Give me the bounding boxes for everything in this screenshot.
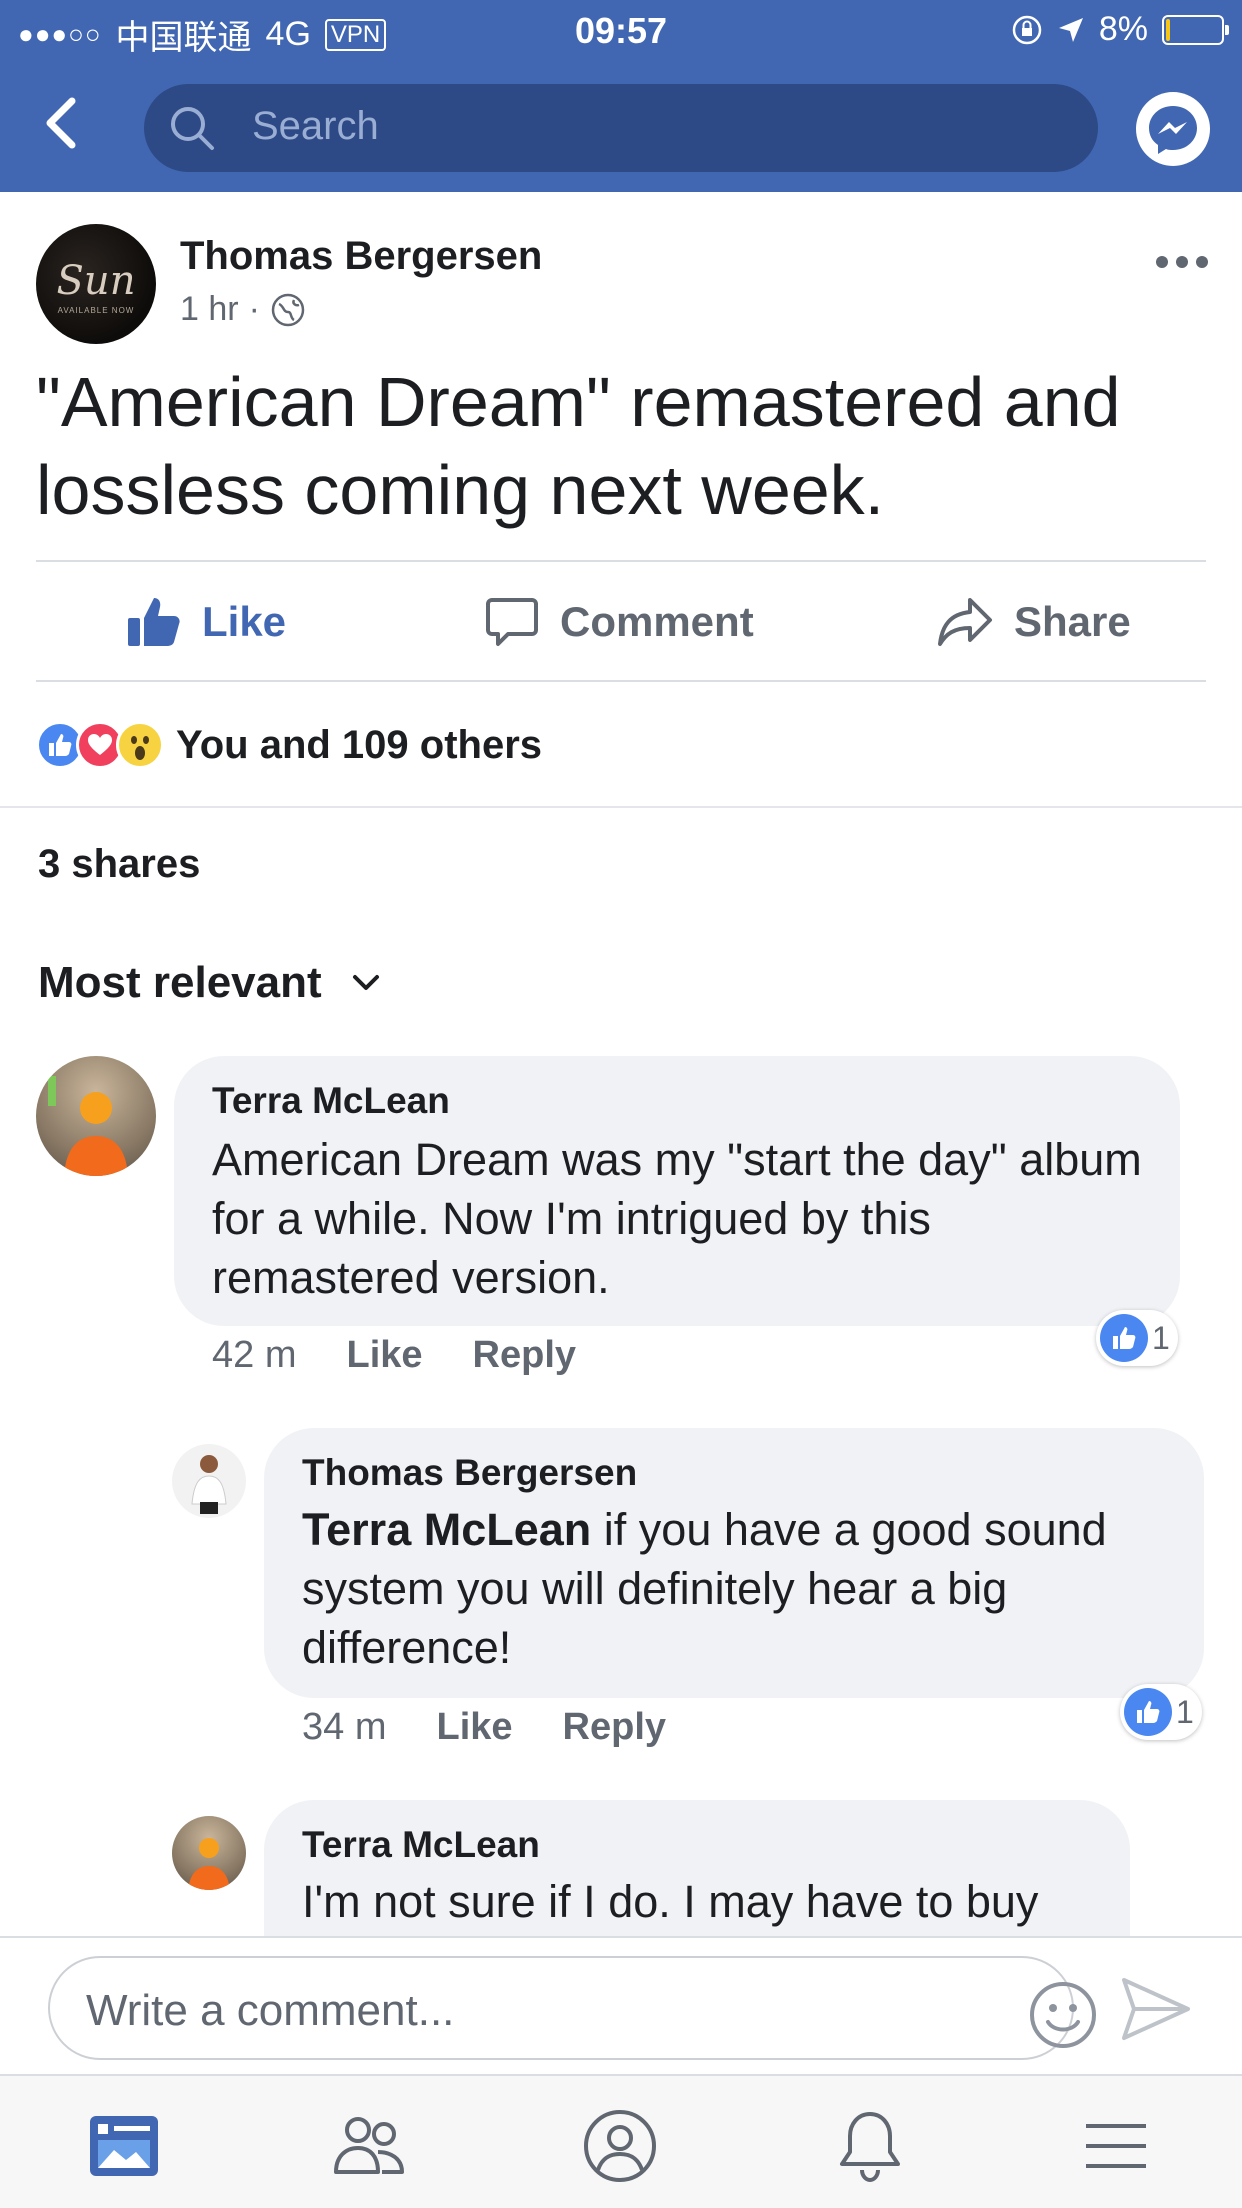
comment-input[interactable]: Write a comment... — [48, 1956, 1096, 2060]
share-label: Share — [1014, 598, 1131, 645]
post-text: "American Dream" remastered and lossless… — [36, 363, 1121, 529]
chevron-down-icon — [352, 975, 379, 990]
messenger-button[interactable] — [1136, 92, 1210, 166]
comment-label: Comment — [560, 598, 754, 645]
comment-time: 42 m — [212, 1334, 297, 1376]
comment-reply-button[interactable]: Reply — [473, 1334, 576, 1377]
bottom-tab-bar — [0, 2074, 1242, 2208]
reply-like-count: 1 — [1176, 1693, 1194, 1730]
reply-text: Terra McLean if you have a good sound sy… — [302, 1500, 1182, 1677]
share-button[interactable]: Share — [936, 592, 1131, 652]
comment-placeholder: Write a comment... — [86, 1986, 455, 2035]
tab-news-feed[interactable] — [84, 2106, 164, 2186]
rotation-lock-icon — [1012, 15, 1042, 44]
like-reaction-icon — [1100, 1314, 1148, 1362]
post-options-button[interactable] — [1154, 250, 1210, 274]
divider — [36, 560, 1206, 562]
sort-label: Most relevant — [38, 958, 322, 1007]
reply-author[interactable]: Thomas Bergersen — [302, 1452, 637, 1494]
search-icon — [171, 107, 214, 150]
divider — [0, 806, 1242, 808]
status-right: 8% — [1011, 10, 1229, 49]
search-placeholder: Search — [252, 104, 379, 148]
location-arrow-icon — [1058, 17, 1083, 42]
globe-icon — [271, 293, 305, 326]
top-bar: ●●●○○ 中国联通 4G VPN 09:57 8% Search — [0, 0, 1242, 192]
reply-author[interactable]: Terra McLean — [302, 1824, 540, 1866]
reply-like-badge[interactable]: 1 — [1120, 1684, 1202, 1740]
reply-time: 34 m — [302, 1706, 387, 1748]
thumbs-up-icon — [128, 598, 180, 646]
tab-notifications[interactable] — [830, 2106, 910, 2186]
wow-reaction-icon — [116, 721, 164, 769]
search-input[interactable]: Search — [144, 84, 1098, 172]
tab-profile[interactable] — [580, 2106, 660, 2186]
comment-avatar[interactable] — [36, 1056, 156, 1176]
status-bar: ●●●○○ 中国联通 4G VPN 09:57 8% — [0, 0, 1242, 64]
comment-like-count: 1 — [1152, 1319, 1170, 1356]
friends-icon — [334, 2117, 404, 2174]
send-icon — [1122, 1978, 1190, 2040]
battery-percent: 8% — [1098, 10, 1148, 48]
like-button[interactable]: Like — [126, 592, 286, 652]
send-button[interactable] — [1120, 1976, 1192, 2042]
avatar-caption: AVAILABLE NOW — [57, 306, 135, 315]
reply-like-button[interactable]: Like — [436, 1706, 512, 1749]
reply-meta: 34 m Like Reply — [302, 1706, 666, 1749]
post-meta: 1 hr · — [180, 290, 306, 329]
profile-icon — [584, 2110, 656, 2182]
avatar-logo-text: Sun — [56, 258, 136, 304]
reply-text: I'm not sure if I do. I may have to buy — [302, 1876, 1039, 1927]
comment-text: American Dream was my "start the day" al… — [212, 1134, 1142, 1303]
comment-icon — [486, 598, 538, 646]
emoji-button[interactable] — [1028, 1980, 1098, 2050]
reply-avatar[interactable] — [172, 1444, 246, 1518]
tab-menu[interactable] — [1076, 2106, 1156, 2186]
battery-level — [1166, 18, 1171, 41]
reply-reply-button[interactable]: Reply — [563, 1706, 666, 1749]
battery-icon — [1162, 14, 1229, 45]
reply-avatar[interactable] — [172, 1816, 246, 1890]
bell-icon — [840, 2112, 900, 2183]
hamburger-menu-icon — [1086, 2124, 1146, 2168]
post-author-avatar[interactable]: Sun AVAILABLE NOW — [36, 224, 156, 344]
comment-meta: 42 m Like Reply — [212, 1334, 576, 1377]
comment-like-badge[interactable]: 1 — [1096, 1310, 1178, 1366]
shares-count[interactable]: 3 shares — [38, 842, 200, 887]
reactions-count: You and 109 others — [176, 722, 543, 767]
back-button[interactable] — [40, 95, 90, 155]
more-dots-icon — [1156, 256, 1208, 268]
divider — [36, 680, 1206, 682]
tab-friends[interactable] — [330, 2106, 410, 2186]
share-icon — [938, 598, 992, 646]
comment-sort-dropdown[interactable]: Most relevant — [38, 958, 380, 1008]
comment-like-button[interactable]: Like — [346, 1334, 422, 1377]
comment-author[interactable]: Terra McLean — [212, 1080, 450, 1122]
like-label: Like — [202, 598, 287, 645]
avatar-figure — [191, 1455, 227, 1514]
post-author-name[interactable]: Thomas Bergersen — [180, 234, 542, 279]
comment-composer: Write a comment... — [0, 1936, 1242, 2074]
comment-button[interactable]: Comment — [484, 592, 754, 652]
avatar-figure — [188, 1838, 230, 1890]
post-time: 1 hr — [180, 290, 239, 328]
chevron-left-icon — [46, 97, 76, 149]
reactions-summary[interactable]: You and 109 others — [36, 720, 542, 770]
meta-separator: · — [248, 290, 260, 328]
news-feed-icon — [90, 2116, 158, 2176]
avatar-figure — [48, 1076, 128, 1176]
messenger-icon — [1149, 106, 1197, 154]
like-reaction-icon — [1124, 1688, 1172, 1736]
smiley-icon — [1030, 1982, 1096, 2048]
reply-mention[interactable]: Terra McLean — [302, 1504, 591, 1555]
